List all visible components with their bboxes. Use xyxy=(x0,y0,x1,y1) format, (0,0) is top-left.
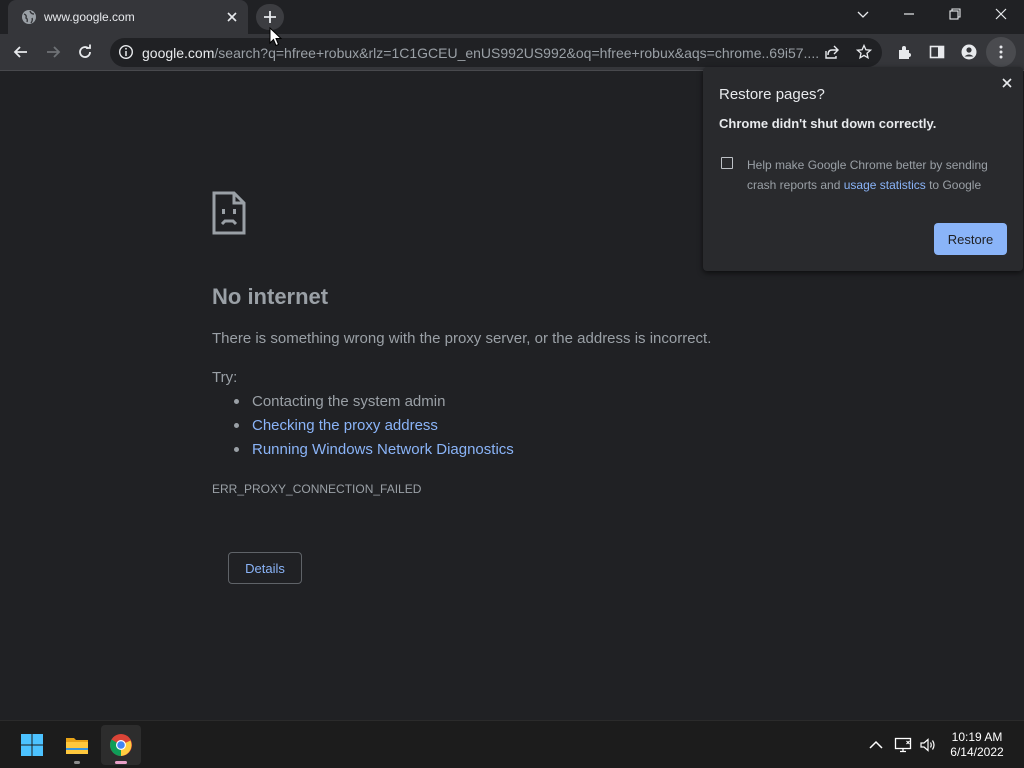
star-icon[interactable] xyxy=(856,44,872,60)
reload-icon xyxy=(79,44,91,58)
error-code: ERR_PROXY_CONNECTION_FAILED xyxy=(212,482,422,496)
network-icon[interactable] xyxy=(894,736,912,754)
restore-icon xyxy=(949,8,961,20)
reload-button[interactable] xyxy=(70,37,100,67)
chrome-icon xyxy=(110,734,132,756)
crash-report-label: Help make Google Chrome better by sendin… xyxy=(747,155,1003,195)
suggestion-item: Contacting the system admin xyxy=(234,393,514,417)
network-diagnostics-link[interactable]: Running Windows Network Diagnostics xyxy=(252,441,514,458)
taskbar-clock[interactable]: 10:19 AM 6/14/2022 xyxy=(942,730,1012,760)
chrome-taskbar-button[interactable] xyxy=(101,725,141,765)
check-proxy-link[interactable]: Checking the proxy address xyxy=(252,417,438,434)
info-icon[interactable] xyxy=(118,44,134,60)
chevron-down-icon xyxy=(857,11,869,18)
clock-time: 10:19 AM xyxy=(951,730,1003,744)
error-title: No internet xyxy=(212,284,329,309)
suggestion-contact-admin: Contacting the system admin xyxy=(252,393,446,410)
minimize-button[interactable] xyxy=(886,0,932,30)
address-bar[interactable]: google.com/search?q=hfree+robux&rlz=1C1G… xyxy=(110,38,882,67)
side-panel-icon xyxy=(929,45,945,59)
extensions-icon xyxy=(899,46,911,59)
tab-strip: www.google.com xyxy=(0,0,1024,34)
minimize-icon xyxy=(904,13,914,15)
restore-pages-dialog: Restore pages? Chrome didn't shut down c… xyxy=(703,67,1023,271)
close-icon[interactable] xyxy=(999,75,1015,91)
side-panel-button[interactable] xyxy=(922,37,952,67)
details-button[interactable]: Details xyxy=(228,552,302,584)
url-text[interactable]: google.com/search?q=hfree+robux&rlz=1C1G… xyxy=(142,45,818,61)
profile-button[interactable] xyxy=(954,37,984,67)
globe-icon xyxy=(22,10,36,24)
suggestion-list: Contacting the system admin Checking the… xyxy=(234,393,514,465)
arrow-left-icon xyxy=(13,46,27,58)
dialog-title: Restore pages? xyxy=(719,86,825,103)
start-button[interactable] xyxy=(12,725,52,765)
taskbar: 10:19 AM 6/14/2022 xyxy=(0,720,1024,768)
mouse-cursor-icon xyxy=(269,27,283,47)
help-text-after: to Google xyxy=(925,178,982,192)
dialog-message: Chrome didn't shut down correctly. xyxy=(719,116,937,131)
restore-button[interactable]: Restore xyxy=(934,223,1007,255)
windows-start-icon xyxy=(21,734,43,756)
suggestion-item: Running Windows Network Diagnostics xyxy=(234,441,514,465)
active-indicator xyxy=(115,761,127,764)
forward-button[interactable] xyxy=(38,37,68,67)
running-indicator xyxy=(74,761,80,764)
profile-icon xyxy=(961,44,977,60)
chevron-up-icon[interactable] xyxy=(867,736,885,754)
url-host: google.com xyxy=(142,45,215,61)
tab-title: www.google.com xyxy=(44,10,135,24)
usage-statistics-link[interactable]: usage statistics xyxy=(844,178,926,192)
error-description: There is something wrong with the proxy … xyxy=(212,330,712,347)
suggestion-item: Checking the proxy address xyxy=(234,417,514,441)
tab-search-button[interactable] xyxy=(840,0,886,30)
arrow-right-icon xyxy=(47,46,61,58)
file-explorer-button[interactable] xyxy=(57,725,97,765)
sad-page-icon xyxy=(212,191,246,235)
try-label: Try: xyxy=(212,369,238,386)
crash-report-checkbox[interactable] xyxy=(721,157,733,169)
url-path: /search?q=hfree+robux&rlz=1C1GCEU_enUS99… xyxy=(214,45,818,61)
volume-icon[interactable] xyxy=(919,736,937,754)
back-button[interactable] xyxy=(6,37,36,67)
close-window-button[interactable] xyxy=(978,0,1024,30)
menu-icon xyxy=(999,45,1003,59)
plus-icon xyxy=(264,11,276,23)
clock-date: 6/14/2022 xyxy=(950,745,1004,759)
file-explorer-icon xyxy=(66,738,88,754)
browser-tab[interactable]: www.google.com xyxy=(8,0,248,34)
browser-toolbar: google.com/search?q=hfree+robux&rlz=1C1G… xyxy=(0,34,1024,71)
close-icon[interactable] xyxy=(224,9,240,25)
extensions-button[interactable] xyxy=(890,37,920,67)
share-icon[interactable] xyxy=(824,44,840,60)
close-icon xyxy=(995,8,1007,20)
menu-button[interactable] xyxy=(986,37,1016,67)
restore-window-button[interactable] xyxy=(932,0,978,30)
